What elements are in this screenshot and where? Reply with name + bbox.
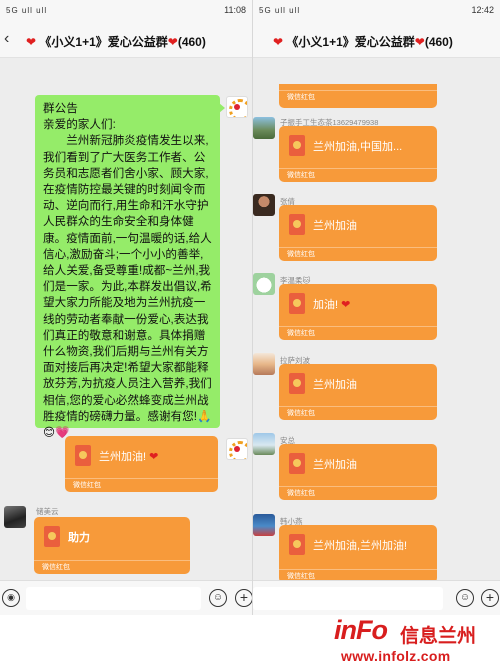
red-packet-icon xyxy=(289,214,305,235)
watermark-url: www.infolz.com xyxy=(341,648,451,664)
red-packet-text: 兰州加油! ❤ xyxy=(99,451,159,463)
red-packet-text: 兰州加油,兰州加油! xyxy=(313,540,408,552)
red-packet-message[interactable]: 兰州加油,中国加... 微信红包 xyxy=(279,126,437,182)
plus-icon[interactable]: + xyxy=(481,589,499,607)
plus-icon[interactable]: + xyxy=(235,589,252,607)
status-time: 12:42 xyxy=(471,5,494,15)
announcement-greeting: 亲爱的家人们: xyxy=(43,118,116,132)
red-packet-footer: 微信红包 xyxy=(279,406,437,420)
red-packet-message[interactable]: 微信红包 xyxy=(279,84,437,108)
signal-indicator: 5G ull ull xyxy=(259,6,301,15)
avatar[interactable] xyxy=(253,353,275,375)
watermark-site-name: 信息兰州 xyxy=(400,626,477,647)
red-packet-icon xyxy=(75,445,91,466)
red-packet-text: 加油! ❤ xyxy=(313,299,351,311)
avatar[interactable] xyxy=(226,96,248,118)
red-packet-icon xyxy=(289,293,305,314)
red-packet-footer: 微信红包 xyxy=(65,478,218,492)
red-packet-text: 兰州加油 xyxy=(313,220,357,232)
red-packet-footer: 微信红包 xyxy=(279,90,437,104)
red-packet-icon xyxy=(289,373,305,394)
red-packet-message[interactable]: 兰州加油 微信红包 xyxy=(279,444,437,500)
chat-panel-left: 5G ull ull 11:08 ‹ ❤ 《小义1+1》爱心公益群❤(460) … xyxy=(0,0,252,615)
announcement-title: 群公告 xyxy=(43,102,78,115)
member-count: (460) xyxy=(177,35,206,49)
avatar[interactable] xyxy=(226,438,248,460)
red-packet-message[interactable]: 兰州加油 微信红包 xyxy=(279,205,437,261)
announcement-body: 兰州新冠肺炎疫情发生以来,我们看到了广大医务工作者、公务员和志愿者们舍小家、顾大… xyxy=(43,134,212,440)
group-name: 《小义1+1》爱心公益群 xyxy=(39,35,168,49)
emoji-icon[interactable]: ☺ xyxy=(209,589,227,607)
red-packet-footer: 微信红包 xyxy=(34,560,190,574)
red-packet-icon xyxy=(44,526,60,547)
red-packet-message[interactable]: 兰州加油 微信红包 xyxy=(279,364,437,420)
red-packet-footer: 微信红包 xyxy=(279,168,437,182)
group-name: 《小义1+1》爱心公益群 xyxy=(286,35,415,49)
avatar[interactable] xyxy=(253,117,275,139)
signal-indicator: 5G ull ull xyxy=(6,6,48,15)
red-packet-icon xyxy=(289,135,305,156)
sender-name: 储美云 xyxy=(36,507,59,516)
red-packet-text: 兰州加油,中国加... xyxy=(313,141,403,153)
red-packet-footer: 微信红包 xyxy=(279,326,437,340)
input-bar: ◉ ☺ + xyxy=(0,580,252,615)
red-packet-footer: 微信红包 xyxy=(279,486,437,500)
watermark: inFo 信息兰州 www.infolz.com xyxy=(0,615,500,665)
avatar[interactable] xyxy=(253,194,275,216)
avatar[interactable] xyxy=(253,433,275,455)
red-packet-message[interactable]: 兰州加油,兰州加油! 微信红包 xyxy=(279,525,437,583)
red-packet-icon xyxy=(289,453,305,474)
red-packet-text: 助力 xyxy=(68,532,90,544)
message-input[interactable] xyxy=(253,587,443,610)
red-packet-message[interactable]: 加油! ❤ 微信红包 xyxy=(279,284,437,340)
member-count: (460) xyxy=(424,35,453,49)
avatar[interactable] xyxy=(253,273,275,295)
status-bar: 5G ull ull 11:08 xyxy=(0,0,252,22)
red-packet-text: 兰州加油 xyxy=(313,459,357,471)
status-time: 11:08 xyxy=(224,5,246,15)
red-packet-text: 兰州加油 xyxy=(313,379,357,391)
voice-icon[interactable]: ◉ xyxy=(2,589,20,607)
heart-icon: ❤ xyxy=(26,35,37,49)
chat-title: ❤ 《小义1+1》爱心公益群❤(460) xyxy=(26,33,206,50)
red-packet-footer: 微信红包 xyxy=(279,247,437,261)
chat-title: ❤ 《小义1+1》爱心公益群❤(460) xyxy=(273,33,453,50)
chat-header: ❤ 《小义1+1》爱心公益群❤(460) xyxy=(253,22,500,58)
heart-icon: ❤ xyxy=(167,35,178,49)
avatar[interactable] xyxy=(253,514,275,536)
watermark-logo: inFo xyxy=(334,615,388,645)
message-input[interactable] xyxy=(26,587,201,610)
chat-panel-right: 5G ull ull 12:42 ❤ 《小义1+1》爱心公益群❤(460) 微信… xyxy=(252,0,500,615)
back-arrow-icon[interactable]: ‹ xyxy=(4,30,9,48)
emoji-icon[interactable]: ☺ xyxy=(456,589,474,607)
red-packet-icon xyxy=(289,534,305,555)
group-announcement-bubble[interactable]: 群公告 亲爱的家人们: 兰州新冠肺炎疫情发生以来,我们看到了广大医务工作者、公务… xyxy=(35,95,225,439)
avatar[interactable] xyxy=(4,506,26,528)
status-bar: 5G ull ull 12:42 xyxy=(253,0,500,22)
heart-icon: ❤ xyxy=(414,35,425,49)
input-bar: ☺ + xyxy=(253,580,500,615)
red-packet-message[interactable]: 助力 微信红包 xyxy=(34,517,190,574)
heart-icon: ❤ xyxy=(273,35,284,49)
chat-header: ‹ ❤ 《小义1+1》爱心公益群❤(460) xyxy=(0,22,252,58)
red-packet-message[interactable]: 兰州加油! ❤ 微信红包 xyxy=(65,436,218,492)
